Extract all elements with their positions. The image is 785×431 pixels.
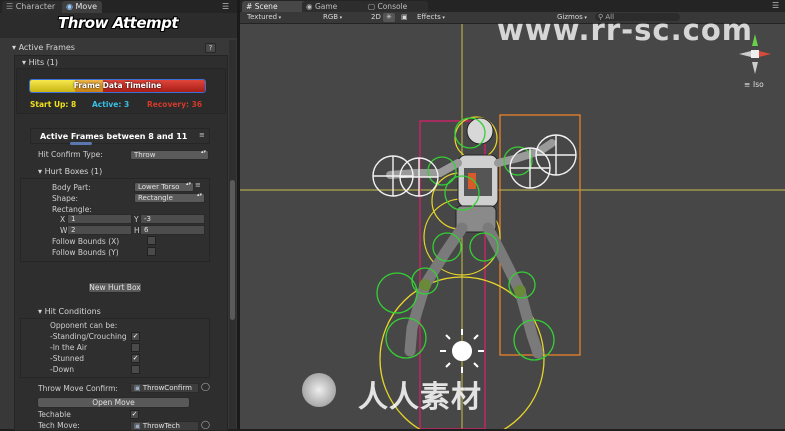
- tech-move-field[interactable]: ▣ ThrowTech: [130, 421, 199, 431]
- foldout-arrow-icon: ▾: [38, 167, 43, 176]
- tab-move-label: Move: [75, 2, 97, 11]
- throw-confirm-field[interactable]: ▣ ThrowConfirm: [130, 383, 199, 393]
- h-field[interactable]: 6: [140, 225, 205, 235]
- tab-move[interactable]: ◉ Move: [62, 1, 102, 13]
- techable-checkbox[interactable]: ✓: [130, 410, 139, 419]
- x-field[interactable]: 1: [67, 214, 132, 224]
- panel-menu-icon[interactable]: ☰: [222, 2, 229, 11]
- active-frames-foldout[interactable]: ▾ Active Frames: [12, 43, 75, 52]
- foldout-arrow-icon: ▾: [12, 43, 17, 52]
- follow-x-label: Follow Bounds (X): [52, 237, 120, 246]
- 2d-toggle[interactable]: 2D: [368, 13, 384, 22]
- tab-character-label: Character: [15, 2, 56, 11]
- move-title: Throw Attempt: [58, 14, 179, 32]
- w-field[interactable]: 2: [67, 225, 132, 235]
- watermark-url: www.rr-sc.com: [497, 13, 753, 47]
- y-label[interactable]: Y: [134, 215, 139, 224]
- active-frames-label: Active Frames: [18, 43, 75, 52]
- follow-y-label: Follow Bounds (Y): [52, 248, 119, 257]
- condition-stunned-checkbox[interactable]: ✓: [131, 354, 140, 363]
- game-tab-icon: ◉: [306, 2, 313, 11]
- scene-viewport[interactable]: [240, 23, 785, 429]
- foldout-arrow-icon: ▾: [22, 58, 27, 67]
- techable-label: Techable: [38, 410, 71, 419]
- audio-toggle-icon[interactable]: ▣: [398, 13, 411, 22]
- tab-game[interactable]: ◉ Game: [302, 1, 366, 12]
- condition-standing-checkbox[interactable]: ✓: [131, 332, 140, 341]
- condition-air-label: -In the Air: [50, 343, 88, 352]
- condition-down-checkbox[interactable]: [131, 365, 140, 374]
- condition-stunned-label: -Stunned: [50, 354, 85, 363]
- timeline-label: Frame Data Timeline: [73, 81, 162, 90]
- iso-icon: ≡: [744, 80, 751, 89]
- recovery-text: Recovery: 36: [147, 100, 203, 109]
- move-tab-icon: ◉: [66, 2, 73, 11]
- render-mode-dropdown[interactable]: RGB: [320, 13, 345, 22]
- hits-foldout[interactable]: ▾ Hits (1): [22, 58, 58, 67]
- body-part-label: Body Part:: [52, 183, 91, 192]
- tab-console[interactable]: ▢ Console: [364, 1, 428, 12]
- object-picker-icon[interactable]: ◯: [201, 382, 210, 391]
- move-asset-icon: ▣: [134, 384, 141, 392]
- hit-confirm-dropdown[interactable]: Throw: [130, 150, 209, 160]
- hurt-boxes-label: Hurt Boxes (1): [44, 167, 103, 176]
- hit-conditions-foldout[interactable]: ▾ Hit Conditions: [38, 307, 101, 316]
- hit-confirm-label: Hit Confirm Type:: [38, 150, 103, 159]
- new-hurt-box-button[interactable]: New Hurt Box: [88, 282, 142, 293]
- shading-mode-dropdown[interactable]: Textured: [244, 13, 284, 22]
- fighter-character[interactable]: [386, 117, 556, 359]
- throw-confirm-label: Throw Move Confirm:: [38, 384, 118, 393]
- scrollbar-thumb[interactable]: [230, 180, 235, 320]
- frame-data-timeline[interactable]: Frame Data Timeline: [29, 79, 206, 93]
- condition-standing-label: -Standing/Crouching: [50, 332, 127, 341]
- shape-dropdown[interactable]: Rectangle: [134, 193, 205, 203]
- character-tab-icon: ☰: [6, 2, 14, 11]
- rectangle-label: Rectangle:: [52, 205, 92, 214]
- lighting-toggle-icon[interactable]: ✳: [383, 13, 395, 22]
- hurt-boxes-foldout[interactable]: ▾ Hurt Boxes (1): [38, 167, 102, 176]
- tab-scene[interactable]: # Scene: [242, 1, 306, 12]
- header-menu-icon[interactable]: ≡: [199, 131, 205, 139]
- view-projection-label[interactable]: Iso: [753, 80, 764, 89]
- watermark-logo-icon: [302, 373, 336, 407]
- shape-label: Shape:: [52, 194, 79, 203]
- tab-scene-label: Scene: [254, 2, 278, 11]
- h-label[interactable]: H: [134, 226, 140, 235]
- scene-menu-icon[interactable]: ☰: [772, 1, 779, 10]
- y-field[interactable]: -3: [140, 214, 205, 224]
- hurt-box-menu-icon[interactable]: ≡: [195, 181, 201, 189]
- scene-view[interactable]: # Scene ◉ Game ▢ Console ☰ Textured RGB …: [240, 0, 785, 429]
- effects-dropdown[interactable]: Effects: [414, 13, 448, 22]
- foldout-arrow-icon: ▾: [38, 307, 43, 316]
- body-part-dropdown[interactable]: Lower Torso: [134, 182, 194, 192]
- open-move-button[interactable]: Open Move: [37, 397, 190, 408]
- inspector-tab-bar: ☰ Character ◉ Move ☰: [0, 0, 237, 13]
- tab-game-label: Game: [314, 2, 338, 11]
- tab-console-label: Console: [377, 2, 408, 11]
- header-slider[interactable]: [70, 142, 92, 145]
- watermark-logo-text: 人人素材: [358, 380, 482, 415]
- active-between-label: Active Frames between 8 and 11: [40, 132, 188, 141]
- follow-x-checkbox[interactable]: [147, 236, 156, 245]
- console-tab-icon: ▢: [368, 2, 376, 11]
- help-icon[interactable]: ?: [205, 43, 216, 53]
- startup-text: Start Up: 8: [30, 100, 77, 109]
- opponent-label: Opponent can be:: [50, 321, 118, 330]
- inspector-panel: ☰ Character ◉ Move ☰ Throw Attempt ▾ Act…: [0, 0, 237, 431]
- condition-air-checkbox[interactable]: [131, 343, 140, 352]
- active-text: Active: 3: [92, 100, 130, 109]
- inspector-scrollbar[interactable]: [229, 40, 236, 429]
- condition-down-label: -Down: [50, 365, 74, 374]
- object-picker-icon[interactable]: ◯: [201, 420, 210, 429]
- scene-tab-icon: #: [246, 2, 253, 11]
- scene-tab-bar: # Scene ◉ Game ▢ Console ☰: [240, 0, 785, 12]
- hits-label: Hits (1): [28, 58, 58, 67]
- tab-character[interactable]: ☰ Character: [2, 1, 65, 13]
- throw-confirm-value: ThrowConfirm: [142, 384, 192, 392]
- hit-conditions-label: Hit Conditions: [44, 307, 101, 316]
- follow-y-checkbox[interactable]: [147, 247, 156, 256]
- x-label[interactable]: X: [60, 215, 65, 224]
